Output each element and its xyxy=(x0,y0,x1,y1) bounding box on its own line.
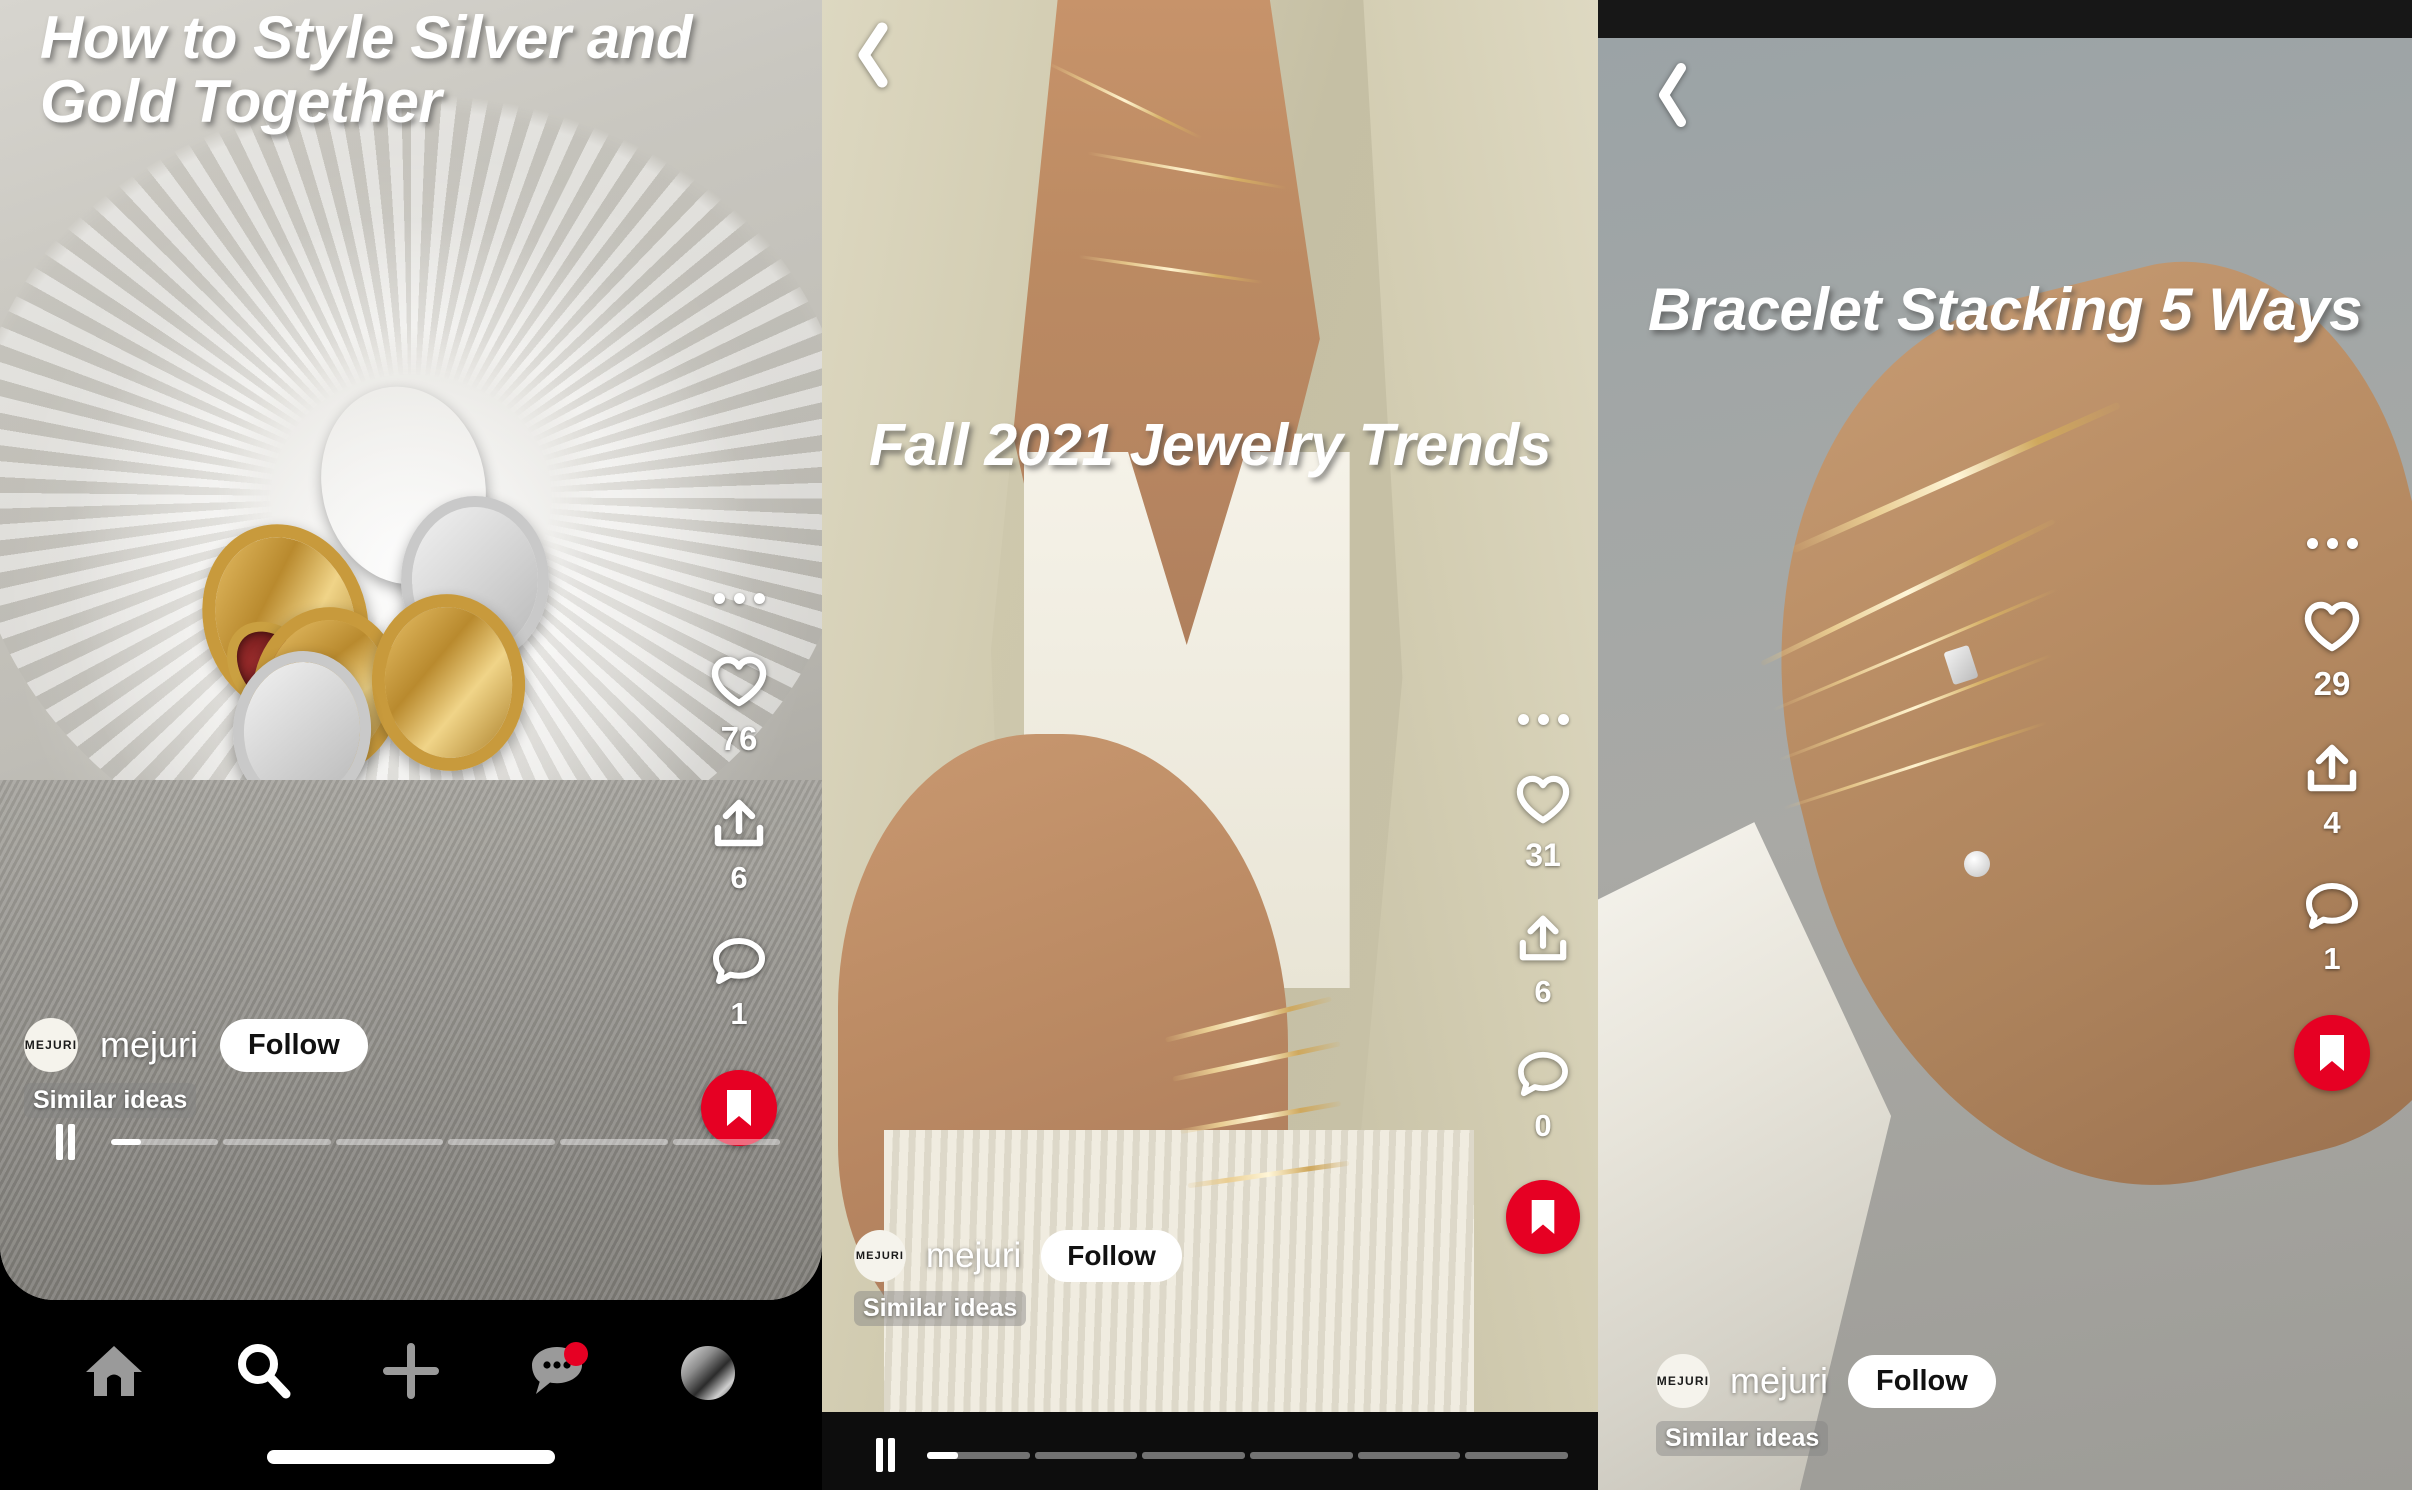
creator-row-3[interactable]: MEJURI mejuri Follow xyxy=(1656,1354,1996,1408)
similar-ideas-label[interactable]: Similar ideas xyxy=(24,1083,197,1118)
story-progress-2[interactable] xyxy=(876,1438,1569,1472)
share-count: 6 xyxy=(730,860,748,895)
follow-button[interactable]: Follow xyxy=(1848,1354,1996,1408)
progress-segments[interactable] xyxy=(111,1139,780,1145)
comment-button[interactable]: 0 xyxy=(1516,1050,1570,1144)
creator-avatar[interactable]: MEJURI xyxy=(1656,1354,1710,1408)
comment-button[interactable]: 1 xyxy=(711,936,767,1032)
story-title: Bracelet Stacking 5 Ways xyxy=(1648,276,2362,343)
plus-icon xyxy=(381,1341,441,1406)
like-button[interactable]: 76 xyxy=(710,656,768,758)
share-count: 4 xyxy=(2323,805,2341,840)
creator-username[interactable]: mejuri xyxy=(1730,1360,1828,1402)
story-photo-necklaces xyxy=(822,0,1598,1412)
nav-item-search[interactable] xyxy=(218,1328,308,1418)
similar-ideas-label[interactable]: Similar ideas xyxy=(1656,1421,1829,1456)
follow-button[interactable]: Follow xyxy=(220,1018,368,1072)
share-button[interactable]: 6 xyxy=(712,798,766,896)
nav-item-home[interactable] xyxy=(69,1328,159,1418)
home-indicator xyxy=(267,1450,555,1464)
search-icon xyxy=(232,1340,294,1407)
like-count: 76 xyxy=(720,720,758,757)
story-panel-3[interactable]: Bracelet Stacking 5 Ways 29 4 1 MEJURI m… xyxy=(1598,0,2412,1490)
comment-count: 1 xyxy=(730,996,748,1031)
bottom-nav-icons[interactable] xyxy=(0,1328,822,1418)
avatar-icon xyxy=(680,1346,735,1400)
more-options-icon[interactable] xyxy=(2306,538,2358,549)
share-count: 6 xyxy=(1534,974,1552,1009)
follow-button[interactable]: Follow xyxy=(1041,1230,1182,1282)
nav-item-create[interactable] xyxy=(366,1328,456,1418)
save-button[interactable] xyxy=(2294,1015,2370,1091)
story-title: Fall 2021 Jewelry Trends xyxy=(868,412,1552,478)
share-button[interactable]: 4 xyxy=(2305,743,2359,841)
comment-count: 0 xyxy=(1534,1108,1552,1143)
like-count: 29 xyxy=(2313,665,2351,702)
more-options-icon[interactable] xyxy=(1517,714,1569,725)
action-rail-2: 31 6 0 xyxy=(1506,714,1580,1254)
pause-icon[interactable] xyxy=(876,1438,895,1472)
progress-segments[interactable] xyxy=(927,1451,1569,1459)
creator-avatar[interactable]: MEJURI xyxy=(854,1230,906,1282)
story-panel-2[interactable]: Fall 2021 Jewelry Trends 31 6 0 MEJURI m… xyxy=(822,0,1598,1490)
back-chevron-icon[interactable] xyxy=(854,22,892,88)
comment-count: 1 xyxy=(2323,941,2341,976)
save-button[interactable] xyxy=(1506,1180,1580,1254)
like-count: 31 xyxy=(1525,837,1561,873)
more-options-icon[interactable] xyxy=(713,593,765,604)
nav-item-updates[interactable] xyxy=(514,1328,604,1418)
like-button[interactable]: 29 xyxy=(2303,601,2361,703)
home-icon xyxy=(82,1342,146,1405)
action-rail-3: 29 4 1 xyxy=(2294,538,2370,1091)
creator-username[interactable]: mejuri xyxy=(100,1024,198,1066)
nav-item-profile[interactable] xyxy=(663,1328,753,1418)
bottom-nav[interactable] xyxy=(0,1300,822,1490)
story-title: How to Style Silver and Gold Together xyxy=(40,4,693,136)
creator-avatar[interactable]: MEJURI xyxy=(24,1018,78,1072)
pause-icon[interactable] xyxy=(56,1124,75,1160)
comment-button[interactable]: 1 xyxy=(2304,881,2360,977)
story-progress-1[interactable] xyxy=(56,1124,780,1160)
status-bar xyxy=(1598,0,2412,38)
creator-row-1[interactable]: MEJURI mejuri Follow xyxy=(24,1018,368,1072)
story-screen-3[interactable]: Bracelet Stacking 5 Ways 29 4 1 MEJURI m… xyxy=(1598,38,2412,1490)
similar-ideas-label[interactable]: Similar ideas xyxy=(854,1291,1027,1326)
screenshot-stage: How to Style Silver and Gold Together 76… xyxy=(0,0,2412,1490)
story-screen-1[interactable]: How to Style Silver and Gold Together 76… xyxy=(0,0,822,1300)
rings-group xyxy=(164,377,657,819)
like-button[interactable]: 31 xyxy=(1515,775,1571,874)
creator-username[interactable]: mejuri xyxy=(926,1236,1021,1276)
story-photo-bracelets xyxy=(1598,38,2412,1490)
creator-row-2[interactable]: MEJURI mejuri Follow xyxy=(854,1230,1182,1282)
story-panel-1[interactable]: How to Style Silver and Gold Together 76… xyxy=(0,0,822,1490)
story-screen-2[interactable]: Fall 2021 Jewelry Trends 31 6 0 MEJURI m… xyxy=(822,0,1598,1412)
back-chevron-icon[interactable] xyxy=(1654,62,1692,128)
share-button[interactable]: 6 xyxy=(1517,914,1569,1010)
action-rail-1: 76 6 1 xyxy=(701,593,777,1146)
